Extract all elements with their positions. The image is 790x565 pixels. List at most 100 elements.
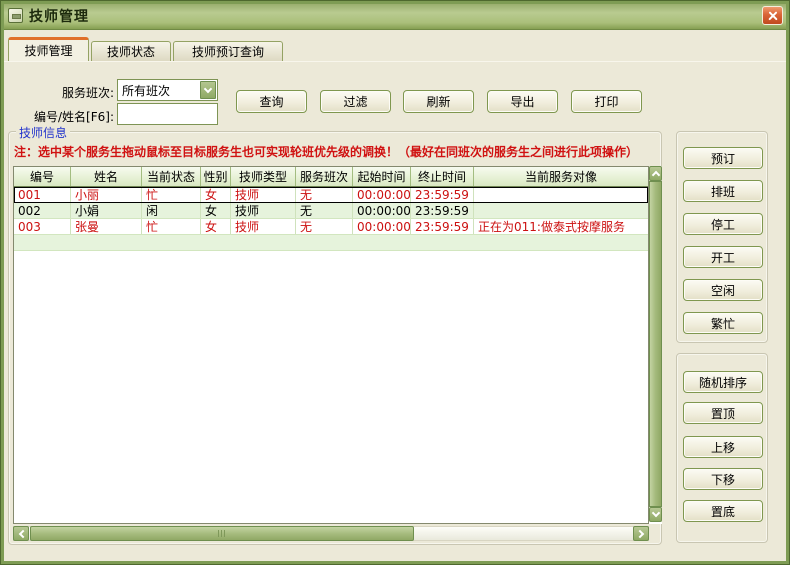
table-horizontal-scrollbar[interactable] <box>13 526 649 541</box>
chevron-down-icon <box>651 509 659 517</box>
order-actions-group: 随机排序 置顶 上移 下移 置底 <box>676 353 768 543</box>
cell-gender: 女 <box>201 203 231 218</box>
cell-shift: 无 <box>296 187 353 202</box>
button-label: 上移 <box>711 439 735 456</box>
button-label: 随机排序 <box>699 374 747 391</box>
cell-service <box>474 203 648 218</box>
tab-label: 技师预订查询 <box>192 43 264 60</box>
cell-start: 00:00:00 <box>353 203 411 218</box>
col-header-service[interactable]: 当前服务对像 <box>474 167 648 186</box>
button-label: 置底 <box>711 503 735 520</box>
table-row[interactable]: 002 小娟 闲 女 技师 无 00:00:00 23:59:59 <box>14 203 648 219</box>
book-button[interactable]: 预订 <box>683 147 763 169</box>
thumb-grip-icon <box>218 530 227 537</box>
tab-label: 技师状态 <box>107 43 155 60</box>
shift-select[interactable]: 所有班次 <box>117 79 218 101</box>
col-header-start[interactable]: 起始时间 <box>353 167 411 186</box>
name-search-label: 编号/姓名[F6]: <box>16 108 114 125</box>
scroll-right-button[interactable] <box>633 526 649 541</box>
tab-technician-status[interactable]: 技师状态 <box>91 41 171 61</box>
col-header-shift[interactable]: 服务班次 <box>296 167 353 186</box>
form-icon <box>8 8 23 23</box>
scroll-up-button[interactable] <box>649 166 662 181</box>
table-row[interactable]: 003 张曼 忙 女 技师 无 00:00:00 23:59:59 正在为011… <box>14 219 648 235</box>
vertical-scroll-thumb[interactable] <box>649 181 662 507</box>
button-label: 排班 <box>711 183 735 200</box>
cell-start: 00:00:00 <box>353 219 411 234</box>
tab-strip-baseline <box>4 61 786 62</box>
scroll-left-button[interactable] <box>13 526 29 541</box>
set-idle-button[interactable]: 空闲 <box>683 279 763 301</box>
col-header-status[interactable]: 当前状态 <box>142 167 201 186</box>
shift-select-dropdown-button[interactable] <box>200 81 216 99</box>
technician-grid-area: 编号 姓名 当前状态 性别 技师类型 服务班次 起始时间 终止时间 当前服务对像… <box>13 166 662 524</box>
name-search-input[interactable] <box>117 103 218 125</box>
cell-id: 002 <box>14 203 71 218</box>
button-label: 置顶 <box>711 405 735 422</box>
button-label: 查询 <box>259 93 283 110</box>
cell-shift: 无 <box>296 203 353 218</box>
cell-service: 正在为011:做泰式按摩服务 <box>474 219 648 234</box>
refresh-button[interactable]: 刷新 <box>403 90 474 113</box>
technician-table: 编号 姓名 当前状态 性别 技师类型 服务班次 起始时间 终止时间 当前服务对像… <box>13 166 649 524</box>
move-down-button[interactable]: 下移 <box>683 468 763 490</box>
button-label: 空闲 <box>711 282 735 299</box>
query-button[interactable]: 查询 <box>236 90 307 113</box>
start-work-button[interactable]: 开工 <box>683 246 763 268</box>
button-label: 导出 <box>510 93 534 110</box>
filter-button[interactable]: 过滤 <box>320 90 391 113</box>
cell-end: 23:59:59 <box>411 203 474 218</box>
cell-name: 小娟 <box>71 203 142 218</box>
export-button[interactable]: 导出 <box>487 90 558 113</box>
scroll-down-button[interactable] <box>649 507 662 522</box>
cell-type: 技师 <box>231 187 296 202</box>
tab-technician-manage[interactable]: 技师管理 <box>8 37 89 61</box>
cell-name: 张曼 <box>71 219 142 234</box>
groupbox-title: 技师信息 <box>16 124 70 141</box>
move-up-button[interactable]: 上移 <box>683 436 763 458</box>
button-label: 繁忙 <box>711 315 735 332</box>
schedule-button[interactable]: 排班 <box>683 180 763 202</box>
stop-work-button[interactable]: 停工 <box>683 213 763 235</box>
chevron-down-icon <box>204 84 212 92</box>
cell-gender: 女 <box>201 187 231 202</box>
col-header-gender[interactable]: 性别 <box>201 167 231 186</box>
col-header-id[interactable]: 编号 <box>14 167 71 186</box>
table-vertical-scrollbar[interactable] <box>649 166 662 522</box>
random-sort-button[interactable]: 随机排序 <box>683 371 763 393</box>
cell-id: 001 <box>14 187 71 202</box>
col-header-end[interactable]: 终止时间 <box>411 167 474 186</box>
cell-service <box>474 187 648 202</box>
cell-type: 技师 <box>231 219 296 234</box>
button-label: 预订 <box>711 150 735 167</box>
drag-hint-note: 注：选中某个服务生拖动鼠标至目标服务生也可实现轮班优先级的调换！（最好在同班次的… <box>14 143 658 160</box>
status-actions-group: 预订 排班 停工 开工 空闲 繁忙 <box>676 131 768 343</box>
col-header-type[interactable]: 技师类型 <box>231 167 296 186</box>
cell-type: 技师 <box>231 203 296 218</box>
empty-stripe-row <box>14 235 648 251</box>
cell-name: 小丽 <box>71 187 142 202</box>
set-busy-button[interactable]: 繁忙 <box>683 312 763 334</box>
cell-end: 23:59:59 <box>411 219 474 234</box>
tab-label: 技师管理 <box>24 42 72 59</box>
button-label: 打印 <box>594 93 618 110</box>
col-header-name[interactable]: 姓名 <box>71 167 142 186</box>
tab-booking-query[interactable]: 技师预订查询 <box>173 41 283 61</box>
print-button[interactable]: 打印 <box>571 90 642 113</box>
cell-status: 闲 <box>142 203 201 218</box>
title-bar: 技师管理 <box>1 1 789 30</box>
button-label: 刷新 <box>426 93 450 110</box>
cell-start: 00:00:00 <box>353 187 411 202</box>
cell-status: 忙 <box>142 219 201 234</box>
table-row[interactable]: 001 小丽 忙 女 技师 无 00:00:00 23:59:59 <box>14 187 648 203</box>
cell-status: 忙 <box>142 187 201 202</box>
chevron-right-icon <box>635 529 643 537</box>
horizontal-scroll-thumb[interactable] <box>30 526 414 541</box>
button-label: 下移 <box>711 471 735 488</box>
move-to-bottom-button[interactable]: 置底 <box>683 500 763 522</box>
button-label: 停工 <box>711 216 735 233</box>
cell-id: 003 <box>14 219 71 234</box>
move-to-top-button[interactable]: 置顶 <box>683 402 763 424</box>
chevron-up-icon <box>651 171 659 179</box>
close-button[interactable] <box>762 6 783 25</box>
